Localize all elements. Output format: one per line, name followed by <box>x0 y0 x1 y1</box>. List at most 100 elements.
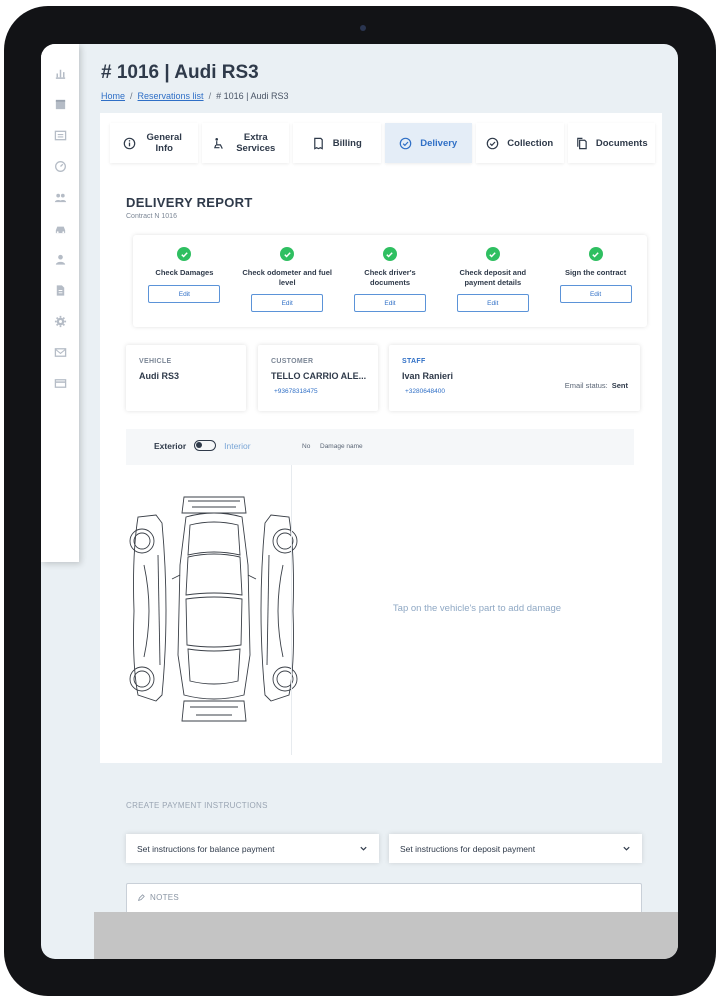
email-status-label: Email status: <box>564 381 608 390</box>
edit-deposit-button[interactable]: Edit <box>456 294 529 312</box>
car-left-side-view <box>129 514 167 702</box>
receipt-icon <box>313 137 323 150</box>
checklist: Check Damages Edit Check odometer and fu… <box>133 235 647 327</box>
chevron-down-icon <box>623 846 630 851</box>
app-screen: # 1016 | Audi RS3 Home / Reservations list… <box>41 44 678 959</box>
tab-general-info-label: General Info <box>146 132 182 154</box>
notes-label: NOTES <box>150 893 180 902</box>
edit-odometer-button[interactable]: Edit <box>251 294 324 312</box>
staff-value: Ivan Ranieri <box>402 371 454 381</box>
staff-phone[interactable]: +3280648400 <box>405 388 445 395</box>
check-done-icon <box>485 247 500 261</box>
person-icon[interactable] <box>53 252 67 266</box>
gear-icon[interactable] <box>53 314 67 328</box>
exterior-label[interactable]: Exterior <box>154 441 186 451</box>
balance-payment-select[interactable]: Set instructions for balance payment <box>126 834 379 863</box>
tab-extra-services[interactable]: Extra Services <box>201 123 289 163</box>
tab-documents[interactable]: Documents <box>567 123 655 163</box>
check-done-icon <box>588 247 603 261</box>
notes-caption: NOTES <box>137 893 179 902</box>
group-icon[interactable] <box>53 190 67 204</box>
interior-label[interactable]: Interior <box>224 441 250 451</box>
seat-icon <box>213 137 223 149</box>
tablet-frame: # 1016 | Audi RS3 Home / Reservations list… <box>4 6 716 996</box>
check-label: Check odometer and fuel level <box>242 268 332 287</box>
view-switch[interactable] <box>194 440 217 451</box>
tab-general-info[interactable]: General Info <box>110 123 198 163</box>
pencil-icon <box>137 893 145 901</box>
chevron-down-icon <box>360 846 367 851</box>
breadcrumb-home-link[interactable]: Home <box>101 91 125 101</box>
document-icon[interactable] <box>53 283 67 297</box>
customer-box: CUSTOMER TELLO CARRIO ALE... +9367831847… <box>258 345 378 411</box>
list-icon[interactable] <box>53 128 67 142</box>
page-title: # 1016 | Audi RS3 <box>101 62 259 83</box>
staff-caption: STAFF <box>402 358 426 365</box>
damage-hint: Tap on the vehicle's part to add damage <box>392 603 562 614</box>
check-damages: Check Damages Edit <box>133 235 236 327</box>
sidebar <box>41 44 79 562</box>
car-diagram-area <box>126 465 298 755</box>
tab-billing-label: Billing <box>332 137 362 149</box>
customer-caption: CUSTOMER <box>271 358 314 365</box>
car-top-view <box>171 512 257 700</box>
check-circle-icon <box>486 137 499 149</box>
check-done-icon <box>280 247 295 261</box>
breadcrumb-current: # 1016 | Audi RS3 <box>216 91 289 101</box>
check-label: Check driver's documents <box>364 268 416 287</box>
check-odometer: Check odometer and fuel level Edit <box>236 235 339 327</box>
staff-box: STAFF Ivan Ranieri +3280648400 Email sta… <box>389 345 640 411</box>
car-front-view <box>181 496 247 514</box>
chart-icon[interactable] <box>53 66 67 80</box>
customer-value: TELLO CARRIO ALE... <box>271 371 367 381</box>
vehicle-caption: VEHICLE <box>139 358 172 365</box>
check-label: Check deposit and payment details <box>459 268 527 287</box>
documents-icon <box>577 137 587 149</box>
check-sign-contract: Sign the contract Edit <box>544 235 647 327</box>
bottom-overlay <box>94 912 678 959</box>
tab-collection-label: Collection <box>507 137 554 149</box>
car-rear-view <box>181 700 247 722</box>
exterior-interior-toggle: Exterior Interior <box>154 440 251 451</box>
tab-delivery[interactable]: Delivery <box>384 123 472 163</box>
car-diagram[interactable] <box>126 495 301 727</box>
breadcrumb-reservations-link[interactable]: Reservations list <box>138 91 204 101</box>
edit-damages-button[interactable]: Edit <box>148 285 221 303</box>
check-circle-icon <box>399 137 412 149</box>
customer-phone[interactable]: +93678318475 <box>274 388 318 395</box>
email-status-value: Sent <box>611 381 628 390</box>
breadcrumb: Home / Reservations list / # 1016 | Audi RS3 <box>101 91 289 101</box>
payment-caption: CREATE PAYMENT INSTRUCTIONS <box>126 801 268 810</box>
tab-extra-services-label: Extra Services <box>236 132 276 154</box>
damage-col-name: Damage name <box>320 443 363 450</box>
report-title: DELIVERY REPORT <box>126 195 253 210</box>
deposit-payment-select[interactable]: Set instructions for deposit payment <box>389 834 642 863</box>
camera-dot <box>360 25 366 31</box>
check-label: Sign the contract <box>564 268 627 277</box>
vehicle-value: Audi RS3 <box>139 371 180 381</box>
check-done-icon <box>177 247 192 261</box>
car-icon[interactable] <box>53 221 67 235</box>
damage-header: Exterior Interior No Damage name <box>126 429 634 465</box>
check-done-icon <box>382 247 397 261</box>
info-icon <box>123 137 136 149</box>
tab-billing[interactable]: Billing <box>293 123 381 163</box>
email-status: Email status: Sent <box>565 381 628 390</box>
speedometer-icon[interactable] <box>53 159 67 173</box>
contract-number: Contract N 1016 <box>126 213 177 220</box>
edit-sign-contract-button[interactable]: Edit <box>559 285 632 303</box>
calendar-icon[interactable] <box>53 97 67 111</box>
deposit-payment-value: Set instructions for deposit payment <box>400 843 536 854</box>
tab-delivery-label: Delivery <box>420 137 458 149</box>
tab-documents-label: Documents <box>595 137 648 149</box>
check-driver-documents: Check driver's documents Edit <box>339 235 442 327</box>
card-icon[interactable] <box>53 376 67 390</box>
mail-icon[interactable] <box>53 345 67 359</box>
check-deposit: Check deposit and payment details Edit <box>441 235 544 327</box>
damage-col-no: No <box>302 443 311 450</box>
tab-collection[interactable]: Collection <box>476 123 564 163</box>
balance-payment-value: Set instructions for balance payment <box>137 843 275 854</box>
edit-driver-documents-button[interactable]: Edit <box>353 294 426 312</box>
tab-bar: General Info Extra Services Billing Deli… <box>110 123 655 163</box>
vehicle-box: VEHICLE Audi RS3 <box>126 345 246 411</box>
